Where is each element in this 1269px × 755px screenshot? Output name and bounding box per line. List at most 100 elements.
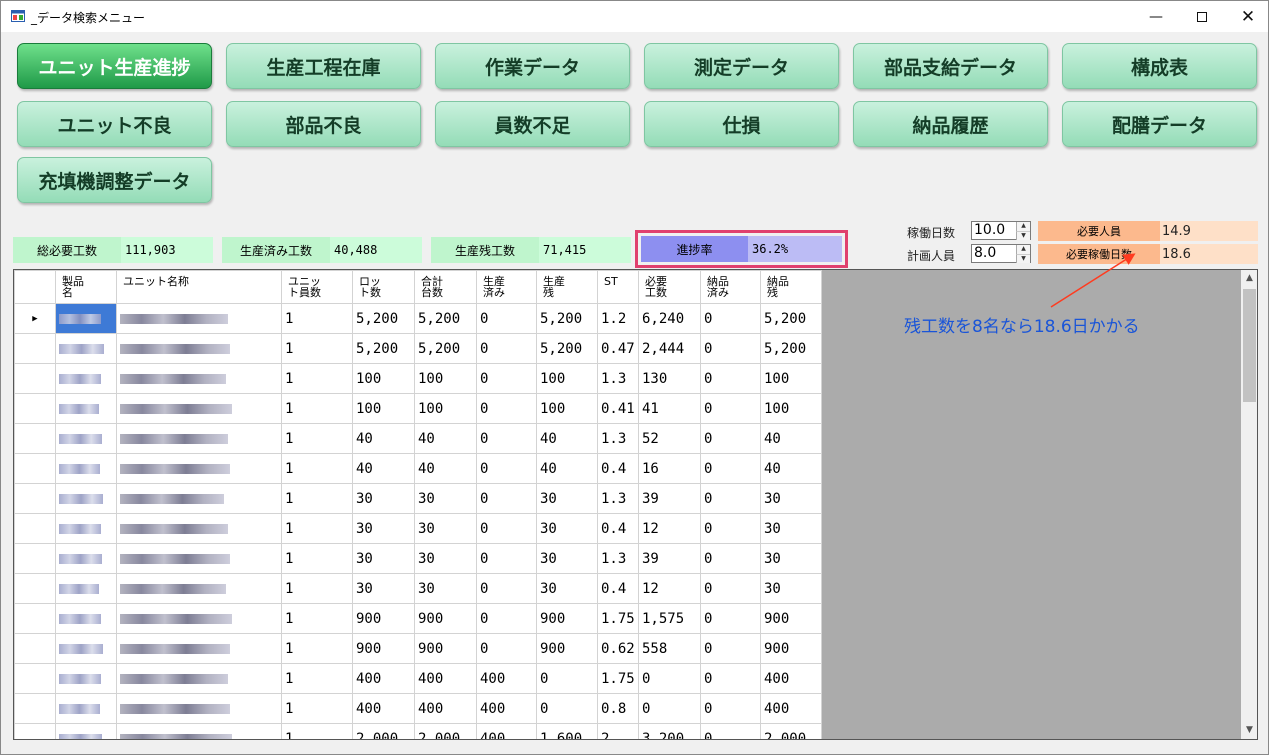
cell-unit-name-redacted[interactable] (116, 513, 282, 544)
cell-unit-count[interactable]: 1 (281, 603, 353, 634)
cell-unit-count[interactable]: 1 (281, 693, 353, 724)
kitting-data-button[interactable]: 配膳データ (1062, 101, 1257, 147)
measurement-data-button[interactable]: 測定データ (644, 43, 839, 89)
cell-lot[interactable]: 30 (352, 513, 415, 544)
cell-lot[interactable]: 900 (352, 633, 415, 664)
cell-remaining[interactable]: 100 (536, 393, 598, 424)
cell-unit-name-redacted[interactable] (116, 723, 282, 739)
cell-total[interactable]: 100 (414, 363, 477, 394)
cell-required[interactable]: 12 (638, 513, 701, 544)
cell-total[interactable]: 5,200 (414, 333, 477, 364)
cell-delivery-remaining[interactable]: 400 (760, 693, 822, 724)
cell-delivery-remaining[interactable]: 40 (760, 453, 822, 484)
table-row[interactable]: 1 30 30 0 30 1.3 39 0 30 (14, 543, 822, 574)
cell-lot[interactable]: 400 (352, 693, 415, 724)
cell-remaining[interactable]: 900 (536, 603, 598, 634)
row-header[interactable] (14, 573, 56, 604)
cell-total[interactable]: 100 (414, 393, 477, 424)
cell-produced[interactable]: 0 (476, 303, 537, 334)
table-row[interactable]: 1 30 30 0 30 1.3 39 0 30 (14, 483, 822, 514)
cell-product-redacted[interactable] (55, 663, 117, 694)
cell-delivered[interactable]: 0 (700, 513, 761, 544)
cell-delivered[interactable]: 0 (700, 363, 761, 394)
row-header[interactable] (14, 693, 56, 724)
cell-unit-count[interactable]: 1 (281, 543, 353, 574)
cell-lot[interactable]: 30 (352, 573, 415, 604)
cell-st[interactable]: 0.47 (597, 333, 639, 364)
cell-unit-count[interactable]: 1 (281, 423, 353, 454)
cell-required[interactable]: 3,200 (638, 723, 701, 739)
cell-delivered[interactable]: 0 (700, 423, 761, 454)
cell-produced[interactable]: 400 (476, 693, 537, 724)
cell-produced[interactable]: 400 (476, 723, 537, 739)
cell-product-redacted[interactable] (55, 513, 117, 544)
col-header-remaining[interactable]: 生産残 (536, 270, 598, 304)
cell-required[interactable]: 12 (638, 573, 701, 604)
cell-lot[interactable]: 40 (352, 423, 415, 454)
cell-delivered[interactable]: 0 (700, 453, 761, 484)
planned-staff-stepper[interactable]: 8.0 ▲ ▼ (971, 244, 1031, 263)
cell-produced[interactable]: 0 (476, 573, 537, 604)
cell-unit-name-redacted[interactable] (116, 363, 282, 394)
cell-remaining[interactable]: 40 (536, 453, 598, 484)
cell-product-redacted[interactable] (55, 423, 117, 454)
cell-delivered[interactable]: 0 (700, 603, 761, 634)
table-row[interactable]: 1 40 40 0 40 1.3 52 0 40 (14, 423, 822, 454)
cell-product-redacted[interactable] (55, 483, 117, 514)
cell-delivered[interactable]: 0 (700, 303, 761, 334)
current-row-arrow-icon[interactable]: ▶ (14, 303, 56, 334)
cell-st[interactable]: 1.75 (597, 603, 639, 634)
cell-delivered[interactable]: 0 (700, 663, 761, 694)
table-row[interactable]: 1 900 900 0 900 1.75 1,575 0 900 (14, 603, 822, 634)
cell-delivery-remaining[interactable]: 40 (760, 423, 822, 454)
cell-required[interactable]: 1,575 (638, 603, 701, 634)
cell-required[interactable]: 2,444 (638, 333, 701, 364)
cell-remaining[interactable]: 1,600 (536, 723, 598, 739)
cell-produced[interactable]: 0 (476, 423, 537, 454)
cell-delivered[interactable]: 0 (700, 543, 761, 574)
cell-st[interactable]: 1.3 (597, 363, 639, 394)
cell-total[interactable]: 5,200 (414, 303, 477, 334)
cell-st[interactable]: 0.4 (597, 573, 639, 604)
working-days-stepper[interactable]: 10.0 ▲ ▼ (971, 221, 1031, 240)
cell-st[interactable]: 0.8 (597, 693, 639, 724)
cell-delivery-remaining[interactable]: 400 (760, 663, 822, 694)
col-header-delivered[interactable]: 納品 済み (700, 270, 761, 304)
work-data-button[interactable]: 作業データ (435, 43, 630, 89)
table-row[interactable]: 1 2,000 2,000 400 1,600 2 3,200 0 2,000 (14, 723, 822, 739)
row-header[interactable] (14, 543, 56, 574)
col-header-unit-count[interactable]: ユニッ ト員数 (281, 270, 353, 304)
col-header-produced[interactable]: 生産 済み (476, 270, 537, 304)
cell-required[interactable]: 0 (638, 693, 701, 724)
cell-delivered[interactable]: 0 (700, 573, 761, 604)
table-row[interactable]: 1 100 100 0 100 1.3 130 0 100 (14, 363, 822, 394)
delivery-history-button[interactable]: 納品履歴 (853, 101, 1048, 147)
cell-remaining[interactable]: 30 (536, 513, 598, 544)
row-header[interactable] (14, 453, 56, 484)
col-header-st[interactable]: ST (597, 270, 639, 304)
cell-unit-count[interactable]: 1 (281, 393, 353, 424)
cell-produced[interactable]: 0 (476, 363, 537, 394)
cell-unit-count[interactable]: 1 (281, 483, 353, 514)
cell-produced[interactable]: 0 (476, 633, 537, 664)
cell-unit-count[interactable]: 1 (281, 333, 353, 364)
cell-lot[interactable]: 100 (352, 393, 415, 424)
cell-produced[interactable]: 0 (476, 333, 537, 364)
cell-lot[interactable]: 30 (352, 483, 415, 514)
cell-st[interactable]: 1.3 (597, 423, 639, 454)
cell-required[interactable]: 130 (638, 363, 701, 394)
table-row[interactable]: 1 40 40 0 40 0.4 16 0 40 (14, 453, 822, 484)
cell-product-redacted[interactable] (55, 603, 117, 634)
progress-grid[interactable]: 製品名 ユニット名称 ユニッ ト員数 ロッ ト数 合計 台数 生産 済み 生産残 ST … (13, 269, 1258, 740)
cell-product-redacted[interactable] (55, 573, 117, 604)
process-inventory-button[interactable]: 生産工程在庫 (226, 43, 421, 89)
row-header[interactable] (14, 393, 56, 424)
cell-product-redacted[interactable] (55, 303, 117, 334)
maximize-button[interactable] (1179, 1, 1225, 32)
cell-produced[interactable]: 400 (476, 663, 537, 694)
cell-delivery-remaining[interactable]: 30 (760, 573, 822, 604)
cell-st[interactable]: 1.75 (597, 663, 639, 694)
cell-unit-name-redacted[interactable] (116, 603, 282, 634)
cell-delivered[interactable]: 0 (700, 393, 761, 424)
row-header[interactable] (14, 423, 56, 454)
